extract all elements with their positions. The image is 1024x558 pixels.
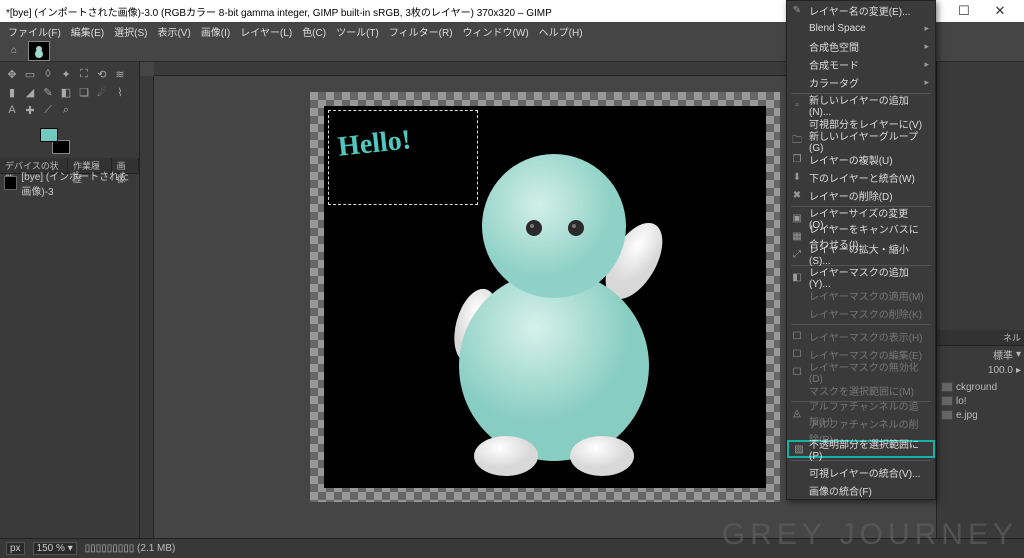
menu-show-mask: ☐レイヤーマスクの表示(H) <box>787 327 935 345</box>
menu-tools[interactable]: ツール(T) <box>332 23 383 40</box>
color-swatches[interactable] <box>40 128 70 154</box>
layer-item[interactable]: lo! <box>939 394 1022 408</box>
menu-rename-layer[interactable]: ✎レイヤー名の変更(E)... <box>787 1 935 19</box>
watermark: GREY JOURNEY <box>722 518 1018 552</box>
character-figure <box>324 106 766 488</box>
layers-list: ckground lo! e.jpg <box>937 378 1024 538</box>
tool-warp[interactable]: ≋ <box>112 66 128 82</box>
image-name: [bye] (インポートされた画像)-3 <box>21 168 135 198</box>
menu-delete-layer[interactable]: ✖レイヤーの削除(D) <box>787 186 935 204</box>
mask-icon: ◧ <box>791 272 803 283</box>
menu-color-tag[interactable]: カラータグ <box>787 73 935 91</box>
fg-color-swatch[interactable] <box>40 128 58 142</box>
vertical-ruler <box>140 76 154 538</box>
tool-transform[interactable]: ⟲ <box>94 66 110 82</box>
canvas[interactable]: Hello! <box>310 92 780 502</box>
left-panel: ✥ ▭ ◊ ✦ ⛶ ⟲ ≋ ▮ ◢ ✎ ◧ ❏ ☄ ⌇ A ✚ ⟋ ⌕ デバイス… <box>0 62 140 538</box>
menu-blend-space[interactable]: Blend Space <box>787 19 935 37</box>
image-list-item[interactable]: [bye] (インポートされた画像)-3 <box>0 174 139 192</box>
delete-icon: ✖ <box>791 190 803 201</box>
new-icon: ▫ <box>791 100 803 111</box>
bg-color-swatch[interactable] <box>52 140 70 154</box>
close-button[interactable]: ✕ <box>982 0 1018 22</box>
tool-path[interactable]: ⌇ <box>112 84 128 100</box>
image-thumbnail <box>4 176 17 190</box>
menu-composite-color[interactable]: 合成色空間 <box>787 37 935 55</box>
tool-fuzzy-select[interactable]: ✦ <box>58 66 74 82</box>
fit-icon: ▦ <box>791 231 803 242</box>
maximize-button[interactable]: ☐ <box>946 0 982 22</box>
tool-free-select[interactable]: ◊ <box>40 66 56 82</box>
blend-mode-select[interactable]: 標準▾ <box>937 346 1024 362</box>
opacity-field[interactable]: 100.0▸ <box>937 362 1024 378</box>
menu-layer[interactable]: レイヤー(L) <box>236 23 296 40</box>
menu-delete-mask: レイヤーマスクの削除(K) <box>787 304 935 322</box>
selection-icon: ▨ <box>793 444 805 455</box>
layer-item[interactable]: e.jpg <box>939 408 1022 422</box>
home-icon[interactable]: ⌂ <box>6 43 22 59</box>
menu-image[interactable]: 画像(I) <box>197 23 234 40</box>
menu-help[interactable]: ヘルプ(H) <box>535 23 587 40</box>
unit-select[interactable]: px <box>6 542 25 555</box>
menu-select[interactable]: 選択(S) <box>110 23 151 40</box>
menu-composite-mode[interactable]: 合成モード <box>787 55 935 73</box>
layer-item[interactable]: ckground <box>939 380 1022 394</box>
document-tab[interactable] <box>28 41 50 61</box>
tool-move[interactable]: ✥ <box>4 66 20 82</box>
menu-filters[interactable]: フィルター(R) <box>385 23 457 40</box>
tool-gradient[interactable]: ◢ <box>22 84 38 100</box>
image-content: Hello! <box>324 106 766 488</box>
tool-measure[interactable]: ⟋ <box>40 102 56 118</box>
layers-tab-label[interactable]: ネル <box>937 330 1024 346</box>
menu-color[interactable]: 色(C) <box>298 23 330 40</box>
menu-duplicate-layer[interactable]: ❐レイヤーの複製(U) <box>787 150 935 168</box>
tool-bucket[interactable]: ▮ <box>4 84 20 100</box>
zoom-select[interactable]: 150 % ▾ <box>33 542 77 555</box>
menu-new-layer[interactable]: ▫新しいレイヤーの追加(N)... <box>787 96 935 114</box>
tool-crop[interactable]: ⛶ <box>76 66 92 82</box>
menu-file[interactable]: ファイル(F) <box>4 23 65 40</box>
menu-apply-mask: レイヤーマスクの適用(M) <box>787 286 935 304</box>
layer-context-menu: ✎レイヤー名の変更(E)... Blend Space 合成色空間 合成モード … <box>786 0 936 500</box>
right-panel: ネル 標準▾ 100.0▸ ckground lo! e.jpg <box>936 62 1024 538</box>
tool-heal[interactable]: ✚ <box>22 102 38 118</box>
tool-text[interactable]: A <box>4 102 20 118</box>
tool-rect-select[interactable]: ▭ <box>22 66 38 82</box>
window-title: *[bye] (インポートされた画像)-3.0 (RGBカラー 8-bit ga… <box>6 4 552 19</box>
menu-alpha-to-selection[interactable]: ▨不透明部分を選択範囲に(P) <box>787 440 935 458</box>
tool-zoom[interactable]: ⌕ <box>58 102 74 118</box>
edit-icon: ✎ <box>791 5 803 16</box>
menu-mask-to-selection: マスクを選択範囲に(M) <box>787 381 935 399</box>
scale-icon: ⤢ <box>791 249 803 260</box>
menu-windows[interactable]: ウィンドウ(W) <box>459 23 533 40</box>
menu-disable-mask: ☐レイヤーマスクの無効化(D) <box>787 363 935 381</box>
menu-new-layer-group[interactable]: 🗀新しいレイヤーグループ(G) <box>787 132 935 150</box>
menu-add-mask[interactable]: ◧レイヤーマスクの追加(Y)... <box>787 268 935 286</box>
resize-icon: ▣ <box>791 213 803 224</box>
duplicate-icon: ❐ <box>791 154 803 165</box>
file-size: ▯▯▯▯▯▯▯▯▯ (2.1 MB) <box>85 543 176 554</box>
menu-scale-layer[interactable]: ⤢レイヤーの拡大・縮小(S)... <box>787 245 935 263</box>
menu-view[interactable]: 表示(V) <box>153 23 194 40</box>
merge-icon: ⬇ <box>791 172 803 183</box>
menu-merge-down[interactable]: ⬇下のレイヤーと統合(W) <box>787 168 935 186</box>
tool-smudge[interactable]: ☄ <box>94 84 110 100</box>
menu-merge-visible[interactable]: 可視レイヤーの統合(V)... <box>787 463 935 481</box>
menu-edit[interactable]: 編集(E) <box>67 23 108 40</box>
tool-eraser[interactable]: ◧ <box>58 84 74 100</box>
menu-flatten-image[interactable]: 画像の統合(F) <box>787 481 935 499</box>
folder-icon: 🗀 <box>791 133 803 150</box>
toolbox: ✥ ▭ ◊ ✦ ⛶ ⟲ ≋ ▮ ◢ ✎ ◧ ❏ ☄ ⌇ A ✚ ⟋ ⌕ <box>0 62 139 122</box>
tool-clone[interactable]: ❏ <box>76 84 92 100</box>
tool-pencil[interactable]: ✎ <box>40 84 56 100</box>
